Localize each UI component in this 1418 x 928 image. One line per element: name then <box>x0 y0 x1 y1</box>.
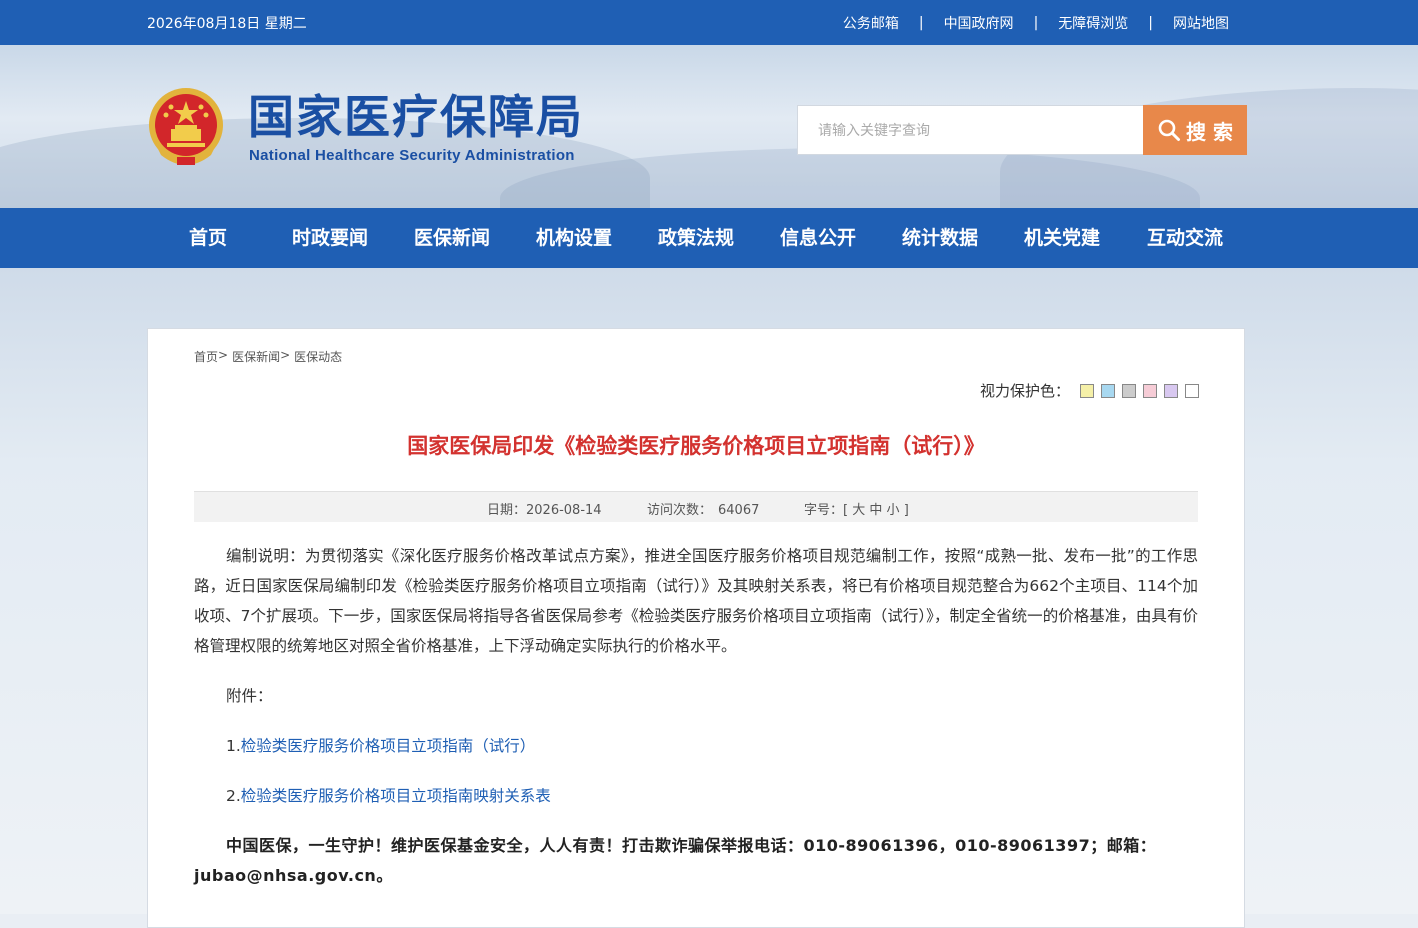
nav-item-info-disclosure[interactable]: 信息公开 <box>780 208 856 268</box>
nav-item-party-building[interactable]: 机关党建 <box>1024 208 1100 268</box>
gov-cn-link[interactable]: 中国政府网 <box>944 13 1014 33</box>
nav-item-interaction[interactable]: 互动交流 <box>1147 208 1223 268</box>
search-input[interactable] <box>798 106 1143 154</box>
article-title: 国家医保局印发《检验类医疗服务价格项目立项指南（试行）》 <box>407 434 985 458</box>
attachment-link-mapping-table[interactable]: 检验类医疗服务价格项目立项指南映射关系表 <box>241 787 551 805</box>
fraud-report-notice: 中国医保，一生守护！维护医保基金安全，人人有责！打击欺诈骗保举报电话：010-8… <box>194 836 1157 885</box>
sitemap-link[interactable]: 网站地图 <box>1173 13 1229 33</box>
nav-item-politics[interactable]: 时政要闻 <box>292 208 368 268</box>
font-size-bracket: [ <box>843 503 849 518</box>
breadcrumb: 首页 > 医保新闻 > 医保动态 <box>194 348 342 365</box>
font-size-bracket: ] <box>903 503 909 518</box>
separator: | <box>918 15 924 31</box>
article-panel: 首页 > 医保新闻 > 医保动态 视力保护色： 国家医保局印发《检验类医疗服务价… <box>147 328 1245 928</box>
attachment-label: 附件： <box>226 687 273 705</box>
site-header: 国家医疗保障局 National Healthcare Security Adm… <box>0 45 1418 208</box>
current-date: 2026年08月18日 星期二 <box>147 16 307 32</box>
color-swatch-pink[interactable] <box>1143 383 1157 398</box>
color-swatch-gray[interactable] <box>1122 383 1136 398</box>
font-size-label: 字号： <box>804 503 844 518</box>
national-emblem-icon[interactable] <box>147 85 225 169</box>
font-size-medium[interactable]: 中 <box>869 503 882 518</box>
article-paragraph: 编制说明：为贯彻落实《深化医疗服务价格改革试点方案》，推进全国医疗服务价格项目规… <box>194 547 1198 655</box>
separator: | <box>1148 15 1153 31</box>
color-swatch-white[interactable] <box>1185 383 1199 398</box>
breadcrumb-dynamics[interactable]: 医保动态 <box>294 348 342 365</box>
attachment-link-guideline[interactable]: 检验类医疗服务价格项目立项指南（试行） <box>241 737 536 755</box>
attachment-number: 2. <box>226 787 241 805</box>
nav-item-policy[interactable]: 政策法规 <box>658 208 734 268</box>
color-swatch-blue[interactable] <box>1101 383 1115 398</box>
breadcrumb-separator: > <box>218 348 229 362</box>
visits-label: 访问次数： <box>647 503 713 518</box>
separator: | <box>1033 15 1039 31</box>
accessibility-link[interactable]: 无障碍浏览 <box>1058 13 1128 33</box>
site-title-en: National Healthcare Security Administrat… <box>249 147 575 164</box>
site-title-cn[interactable]: 国家医疗保障局 <box>248 89 584 145</box>
attachment-number: 1. <box>226 737 241 755</box>
nav-item-organization[interactable]: 机构设置 <box>536 208 612 268</box>
search-button[interactable]: 搜 索 <box>1143 105 1247 155</box>
breadcrumb-news[interactable]: 医保新闻 <box>232 348 280 365</box>
vision-label: 视力保护色： <box>979 382 1070 400</box>
main-nav: 首页 时政要闻 医保新闻 机构设置 政策法规 信息公开 统计数据 机关党建 互动… <box>0 208 1418 268</box>
font-size-small[interactable]: 小 <box>887 503 900 518</box>
search-input-wrapper <box>797 105 1144 155</box>
search-box: 搜 索 <box>797 105 1247 155</box>
visit-count: 64067 <box>718 503 760 518</box>
publish-date: 2026-08-14 <box>526 503 602 518</box>
breadcrumb-separator: > <box>280 348 291 362</box>
date-label: 日期： <box>487 503 527 518</box>
official-email-link[interactable]: 公务邮箱 <box>843 13 899 33</box>
nav-item-home[interactable]: 首页 <box>189 208 227 268</box>
article-body: 编制说明：为贯彻落实《深化医疗服务价格改革试点方案》，推进全国医疗服务价格项目规… <box>194 541 1198 661</box>
search-button-label: 搜 索 <box>1186 119 1233 144</box>
nav-item-news[interactable]: 医保新闻 <box>414 208 490 268</box>
color-swatch-yellow[interactable] <box>1080 383 1094 398</box>
article-meta: 日期：2026-08-14 访问次数： 64067 字号：[ 大 中 小 ] <box>194 491 1198 522</box>
attachment-item-2: 2.检验类医疗服务价格项目立项指南映射关系表 <box>226 784 551 806</box>
search-icon <box>1158 119 1181 141</box>
attachment-item-1: 1.检验类医疗服务价格项目立项指南（试行） <box>226 734 535 756</box>
vision-protection-colors: 视力保护色： <box>980 380 1199 401</box>
breadcrumb-home[interactable]: 首页 <box>194 348 218 365</box>
top-links: 公务邮箱 | 中国政府网 | 无障碍浏览 | 网站地图 <box>843 13 1229 33</box>
font-size-large[interactable]: 大 <box>852 503 865 518</box>
nav-item-statistics[interactable]: 统计数据 <box>902 208 978 268</box>
color-swatch-purple[interactable] <box>1164 383 1178 398</box>
top-bar: 2026年08月18日 星期二 公务邮箱 | 中国政府网 | 无障碍浏览 | 网… <box>0 0 1418 45</box>
